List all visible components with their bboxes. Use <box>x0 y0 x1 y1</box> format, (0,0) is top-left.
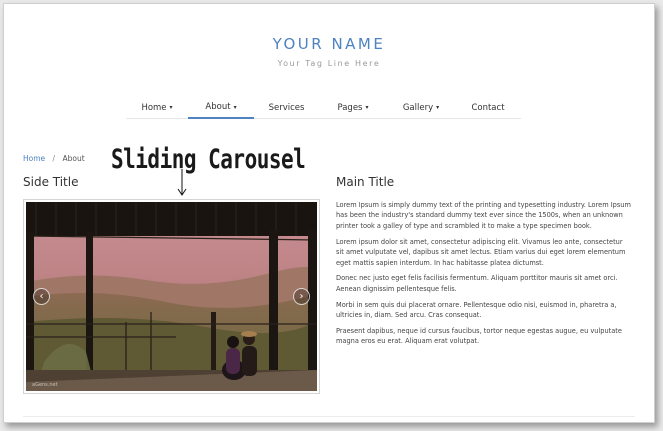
breadcrumb: Home / About <box>23 154 85 163</box>
nav-item-home[interactable]: Home ▾ <box>126 97 188 119</box>
caret-down-icon: ▾ <box>365 104 369 111</box>
paragraph: Morbi in sem quis dui placerat ornare. P… <box>336 300 617 320</box>
nav-item-label: Pages <box>337 102 363 113</box>
caret-down-icon: ▾ <box>436 104 440 111</box>
carousel-annotation: Sliding Carousel <box>111 144 306 174</box>
photo-watermark: aGens.net <box>32 382 58 388</box>
nav-item-services[interactable]: Services <box>254 97 319 119</box>
main-content: Lorem Ipsum is simply dummy text of the … <box>336 200 632 352</box>
tagline: Your Tag Line Here <box>277 59 381 68</box>
carousel-next-button[interactable]: › <box>293 288 310 305</box>
paragraph: Lorem ipsum dolor sit amet, consectetur … <box>336 237 626 267</box>
nav-item-about[interactable]: About ▾ <box>188 97 254 119</box>
image-carousel[interactable]: ‹ › aGens.net <box>23 199 320 394</box>
paragraph: Lorem Ipsum is simply dummy text of the … <box>336 201 631 230</box>
nav-item-label: Contact <box>471 102 505 113</box>
caret-down-icon: ▾ <box>169 104 173 111</box>
carousel-slide: ‹ › aGens.net <box>26 202 317 391</box>
nav-item-label: Gallery <box>402 102 434 113</box>
main-title: Main Title <box>336 175 395 189</box>
nav-item-label: Services <box>268 102 305 113</box>
nav-item-pages[interactable]: Pages ▾ <box>319 97 387 119</box>
caret-down-icon: ▾ <box>233 103 237 111</box>
page: YOUR NAME Your Tag Line Here Home ▾ Abou… <box>3 3 655 423</box>
carousel-prev-button[interactable]: ‹ <box>33 288 50 305</box>
nav-item-label: Home <box>141 102 167 113</box>
breadcrumb-separator: / <box>52 154 56 163</box>
site-name[interactable]: YOUR NAME <box>4 35 654 53</box>
nav-item-gallery[interactable]: Gallery ▾ <box>387 97 455 119</box>
paragraph: Donec nec justo eget felis facilisis fer… <box>336 274 618 293</box>
carousel-photo <box>26 202 317 391</box>
breadcrumb-home-link[interactable]: Home <box>23 154 45 163</box>
nav-item-label: About <box>205 102 231 112</box>
breadcrumb-current: About <box>62 154 85 163</box>
side-title: Side Title <box>23 175 79 189</box>
footer-divider <box>23 416 635 417</box>
nav-item-contact[interactable]: Contact <box>455 97 521 119</box>
arrow-down-icon <box>177 169 187 196</box>
paragraph: Praesent dapibus, neque id cursus faucib… <box>336 327 622 346</box>
main-nav: Home ▾ About ▾ Services Pages ▾ Gallery … <box>126 97 521 119</box>
